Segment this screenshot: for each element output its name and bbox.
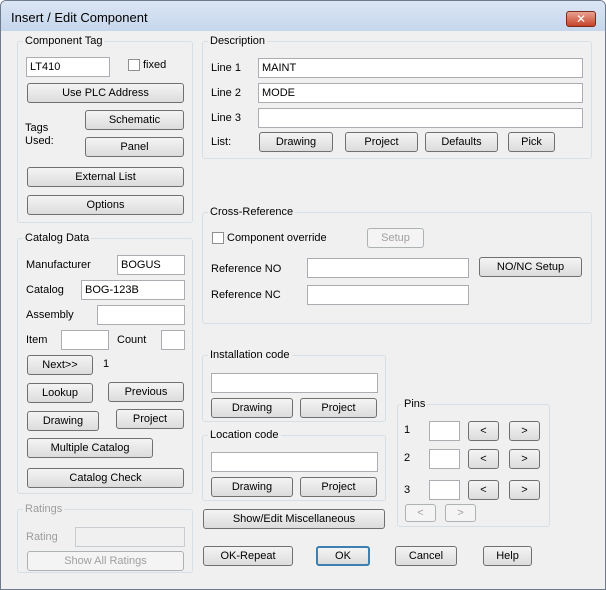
component-tag-input[interactable]: LT410 [26, 57, 110, 77]
cancel-button[interactable]: Cancel [395, 546, 457, 566]
next-count: 1 [103, 358, 110, 370]
installation-drawing-button[interactable]: Drawing [211, 398, 293, 418]
pin-1-prev-button[interactable]: < [468, 421, 499, 441]
rating-input[interactable] [75, 527, 185, 547]
cross-reference-label: Cross-Reference [208, 206, 296, 219]
pin-3-prev-button[interactable]: < [468, 480, 499, 500]
chevron-right-icon: > [521, 484, 528, 496]
close-button[interactable]: ✕ [566, 11, 596, 27]
catalog-input[interactable]: BOG-123B [81, 280, 185, 300]
description-project-button[interactable]: Project [345, 132, 418, 152]
line2-input[interactable]: MODE [258, 83, 583, 103]
description-label: Description [208, 35, 268, 48]
pin-1-next-button[interactable]: > [509, 421, 540, 441]
catalog-drawing-button[interactable]: Drawing [27, 411, 99, 431]
window-title: Insert / Edit Component [11, 10, 148, 25]
close-icon: ✕ [575, 12, 587, 26]
component-tag-label: Component Tag [23, 35, 105, 48]
location-drawing-button[interactable]: Drawing [211, 477, 293, 497]
installation-code-input[interactable] [211, 373, 378, 393]
pin-2-next-button[interactable]: > [509, 449, 540, 469]
assembly-label: Assembly [26, 309, 74, 321]
chevron-left-icon: < [417, 507, 424, 519]
catalog-check-button[interactable]: Catalog Check [27, 468, 184, 488]
chevron-left-icon: < [480, 453, 487, 465]
pin-3-next-button[interactable]: > [509, 480, 540, 500]
catalog-data-label: Catalog Data [23, 232, 92, 245]
multiple-catalog-button[interactable]: Multiple Catalog [27, 438, 153, 458]
pin-2-input[interactable] [429, 449, 460, 469]
panel-button[interactable]: Panel [85, 137, 184, 157]
count-input[interactable] [161, 330, 185, 350]
location-code-input[interactable] [211, 452, 378, 472]
list-label: List: [211, 136, 232, 148]
lookup-button[interactable]: Lookup [27, 383, 93, 403]
pin-2-prev-button[interactable]: < [468, 449, 499, 469]
previous-button[interactable]: Previous [108, 382, 184, 402]
external-list-button[interactable]: External List [27, 167, 184, 187]
component-override-checkbox[interactable] [212, 232, 224, 244]
rating-label: Rating [26, 531, 58, 543]
next-button[interactable]: Next>> [27, 355, 93, 375]
description-pick-button[interactable]: Pick [508, 132, 555, 152]
setup-button[interactable]: Setup [367, 228, 424, 248]
assembly-input[interactable] [97, 305, 185, 325]
fixed-checkbox[interactable] [128, 59, 140, 71]
use-plc-address-button[interactable]: Use PLC Address [27, 83, 184, 103]
location-code-label: Location code [208, 429, 281, 442]
item-label: Item [26, 334, 48, 346]
pins-scroll-next-button[interactable]: > [445, 504, 476, 522]
help-button[interactable]: Help [483, 546, 532, 566]
pin-3-input[interactable] [429, 480, 460, 500]
description-drawing-button[interactable]: Drawing [259, 132, 333, 152]
nonc-setup-button[interactable]: NO/NC Setup [479, 257, 582, 277]
chevron-right-icon: > [521, 453, 528, 465]
pin-row-label: 3 [404, 484, 411, 496]
reference-nc-input[interactable] [307, 285, 469, 305]
show-all-ratings-button[interactable]: Show All Ratings [27, 551, 184, 571]
component-override-label: Component override [227, 232, 327, 244]
installation-project-button[interactable]: Project [300, 398, 377, 418]
ratings-label: Ratings [23, 503, 65, 516]
ok-repeat-button[interactable]: OK-Repeat [203, 546, 293, 566]
insert-edit-component-dialog: Insert / Edit Component ✕ Component Tag … [0, 0, 606, 590]
line3-label: Line 3 [211, 112, 241, 124]
ok-button[interactable]: OK [316, 546, 370, 566]
item-input[interactable] [61, 330, 109, 350]
count-label: Count [117, 334, 147, 346]
chevron-left-icon: < [480, 484, 487, 496]
pin-row-label: 2 [404, 452, 411, 464]
line1-input[interactable]: MAINT [258, 58, 583, 78]
options-button[interactable]: Options [27, 195, 184, 215]
pin-1-input[interactable] [429, 421, 460, 441]
pins-scroll-prev-button[interactable]: < [405, 504, 436, 522]
manufacturer-input[interactable]: BOGUS [117, 255, 185, 275]
manufacturer-label: Manufacturer [26, 259, 91, 271]
schematic-button[interactable]: Schematic [85, 110, 184, 130]
pins-label: Pins [402, 398, 428, 411]
show-edit-miscellaneous-button[interactable]: Show/Edit Miscellaneous [203, 509, 385, 529]
chevron-right-icon: > [521, 425, 528, 437]
reference-no-input[interactable] [307, 258, 469, 278]
line3-input[interactable] [258, 108, 583, 128]
title-bar: Insert / Edit Component ✕ [1, 1, 605, 31]
pin-row-label: 1 [404, 424, 411, 436]
reference-nc-label: Reference NC [211, 289, 281, 301]
line1-label: Line 1 [211, 62, 241, 74]
fixed-label: fixed [143, 59, 167, 71]
catalog-project-button[interactable]: Project [116, 409, 184, 429]
installation-code-label: Installation code [208, 349, 292, 362]
location-project-button[interactable]: Project [300, 477, 377, 497]
description-defaults-button[interactable]: Defaults [425, 132, 498, 152]
reference-no-label: Reference NO [211, 263, 282, 275]
line2-label: Line 2 [211, 87, 241, 99]
chevron-right-icon: > [457, 507, 464, 519]
catalog-label: Catalog [26, 284, 64, 296]
tags-used-label: Tags Used: [25, 122, 54, 147]
chevron-left-icon: < [480, 425, 487, 437]
